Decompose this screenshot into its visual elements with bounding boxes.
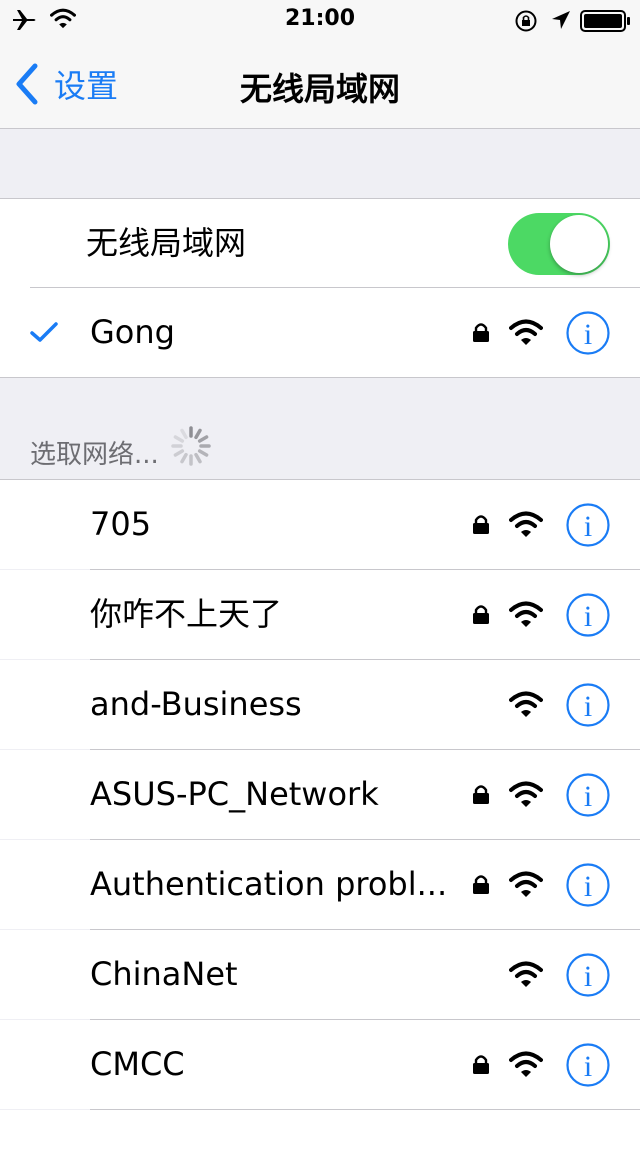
info-icon[interactable]: i — [566, 311, 610, 355]
svg-text:i: i — [584, 1050, 592, 1083]
wifi-signal-icon — [509, 871, 543, 897]
rotation-lock-icon — [515, 10, 537, 32]
network-row[interactable]: Authentication probl... i — [0, 840, 640, 929]
svg-text:i: i — [584, 870, 592, 903]
status-time: 21:00 — [284, 6, 356, 31]
location-arrow-icon — [552, 11, 570, 29]
network-name: ChinaNet — [90, 955, 238, 993]
network-name: ASUS-PC_Network — [90, 775, 379, 813]
wifi-toggle-label: 无线局域网 — [86, 224, 247, 262]
info-icon[interactable]: i — [566, 1043, 610, 1087]
wifi-signal-icon — [509, 601, 543, 627]
wifi-signal-icon — [509, 1051, 543, 1077]
network-name: CMCC — [90, 1045, 185, 1083]
svg-text:i: i — [584, 690, 592, 723]
lock-icon — [473, 515, 489, 534]
network-row[interactable]: 你咋不上天了 i — [0, 570, 640, 659]
checkmark-icon — [30, 322, 58, 342]
connected-network-row[interactable]: Gong i — [0, 288, 640, 377]
spinner-icon — [171, 426, 211, 466]
battery-icon — [580, 10, 630, 32]
wifi-signal-icon — [509, 961, 543, 987]
network-row-partial[interactable] — [0, 1110, 640, 1150]
lock-icon — [473, 785, 489, 804]
lock-icon — [473, 605, 489, 624]
svg-text:i: i — [584, 600, 592, 633]
separator — [0, 377, 640, 378]
info-icon[interactable]: i — [566, 953, 610, 997]
network-name: 你咋不上天了 — [90, 595, 283, 633]
info-icon[interactable]: i — [566, 683, 610, 727]
info-icon[interactable]: i — [566, 773, 610, 817]
wifi-toggle-row: 无线局域网 — [0, 199, 640, 288]
network-row[interactable]: CMCC i — [0, 1020, 640, 1109]
network-name: and-Business — [90, 685, 302, 723]
info-icon[interactable]: i — [566, 593, 610, 637]
lock-icon — [473, 875, 489, 894]
wifi-signal-icon — [509, 781, 543, 807]
toggle-knob — [550, 215, 608, 273]
wifi-signal-icon — [509, 511, 543, 537]
svg-text:i: i — [584, 960, 592, 993]
svg-text:i: i — [584, 510, 592, 543]
svg-text:i: i — [584, 318, 592, 351]
network-row[interactable]: 705 i — [0, 480, 640, 569]
wifi-signal-icon — [509, 691, 543, 717]
navigation-bar: 设置 无线局域网 — [0, 40, 640, 129]
info-icon[interactable]: i — [566, 863, 610, 907]
wifi-signal-icon — [509, 319, 543, 345]
lock-icon — [473, 1055, 489, 1074]
lock-icon — [473, 323, 489, 342]
page-title: 无线局域网 — [239, 70, 400, 108]
network-name: Gong — [90, 313, 175, 351]
svg-text:i: i — [584, 780, 592, 813]
info-icon[interactable]: i — [566, 503, 610, 547]
network-row[interactable]: ChinaNet i — [0, 930, 640, 1019]
network-row[interactable]: and-Business i — [0, 660, 640, 749]
status-bar: 21:00 — [0, 0, 640, 40]
network-name: 705 — [90, 505, 152, 543]
network-name: Authentication probl... — [90, 865, 448, 903]
section-header: 选取网络... — [30, 440, 159, 470]
network-row[interactable]: ASUS-PC_Network i — [0, 750, 640, 839]
wifi-toggle[interactable] — [508, 213, 610, 275]
